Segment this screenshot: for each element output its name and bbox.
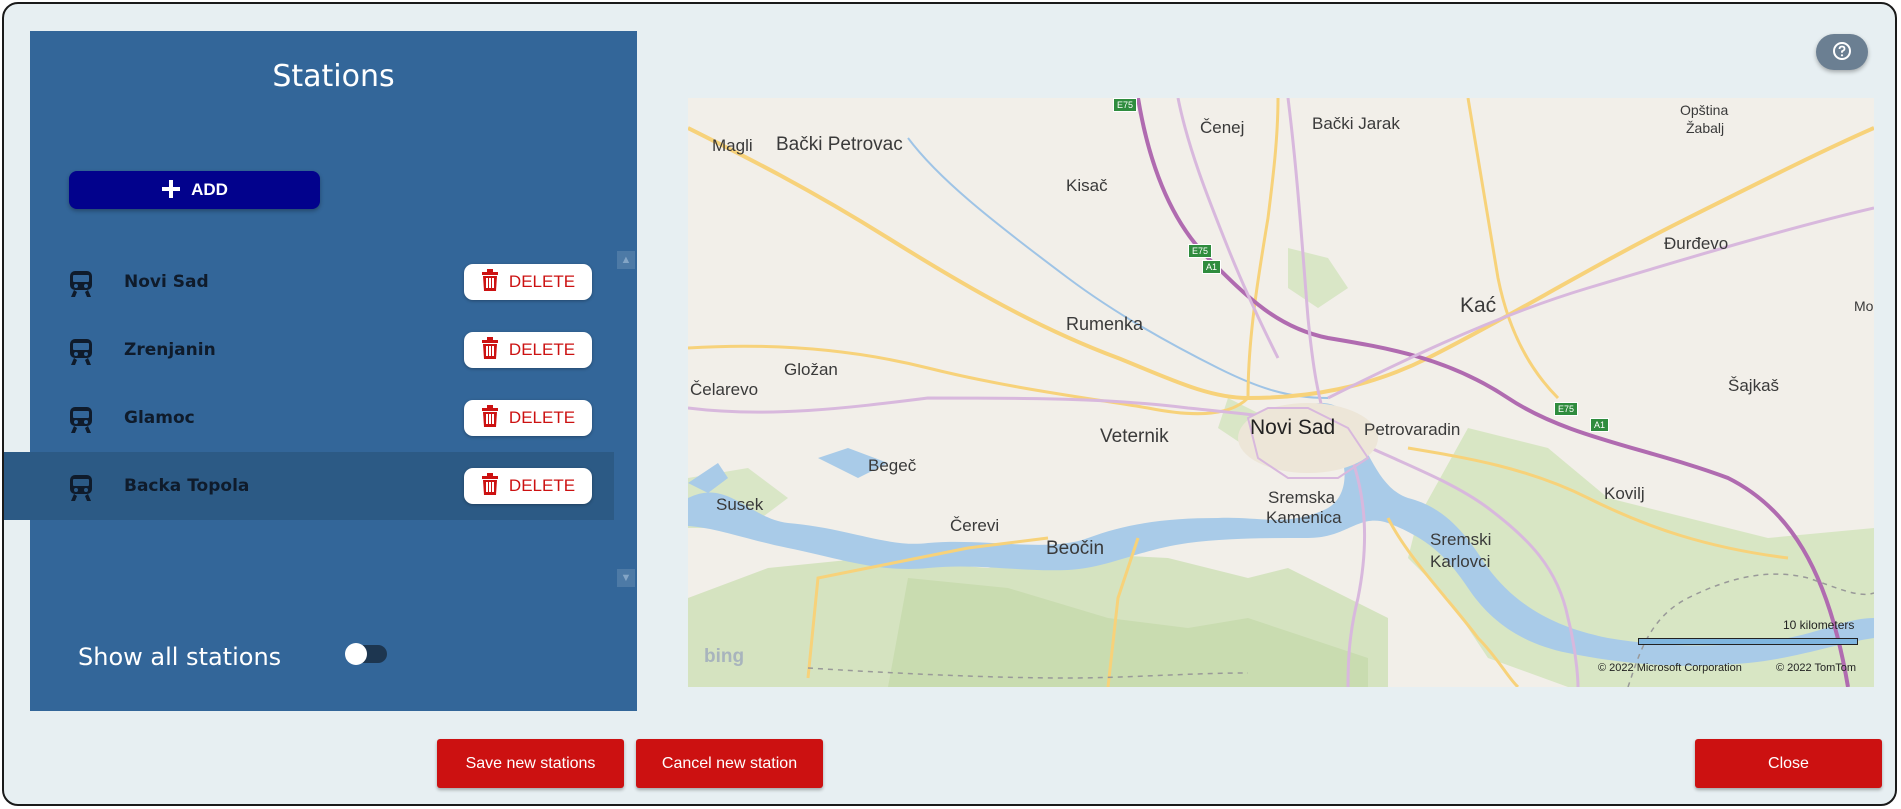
plus-icon: [161, 177, 181, 203]
a1-road-shield: A1: [1202, 260, 1222, 274]
delete-station-button[interactable]: DELETE: [464, 400, 592, 436]
train-icon: [68, 338, 94, 366]
bing-logo-text: bing: [704, 646, 745, 667]
e75-road-shield: E75: [1554, 402, 1579, 416]
station-name: Zrenjanin: [124, 340, 216, 360]
map-label: Sremski: [1430, 530, 1492, 549]
show-all-stations-toggle[interactable]: [345, 643, 387, 665]
map-label: Opština: [1680, 102, 1729, 118]
trash-icon: [481, 472, 499, 500]
map-label: Žabalj: [1686, 120, 1725, 136]
help-button[interactable]: [1816, 34, 1868, 70]
map-label: Rumenka: [1066, 314, 1144, 334]
map-label: Karlovci: [1430, 552, 1491, 571]
scroll-down-arrow[interactable]: ▼: [617, 569, 635, 587]
show-all-stations-label: Show all stations: [78, 643, 282, 671]
question-mark-icon: [1832, 41, 1852, 64]
map-view[interactable]: Magli Bački Petrovac Čenej Bački Jarak O…: [688, 98, 1874, 687]
map-label: Beočin: [1046, 538, 1105, 559]
trash-icon: [481, 404, 499, 432]
map-label: Susek: [716, 495, 764, 514]
cancel-new-station-button[interactable]: Cancel new station: [636, 739, 823, 788]
map-label: Šajkaš: [1728, 376, 1780, 395]
station-row[interactable]: Novi Sad DELETE: [30, 248, 615, 316]
station-name: Novi Sad: [124, 272, 209, 292]
station-name: Backa Topola: [124, 476, 250, 496]
e75-road-shield: E75: [1113, 98, 1138, 112]
station-row[interactable]: Zrenjanin DELETE: [30, 316, 615, 384]
station-row-selected[interactable]: Backa Topola DELETE: [4, 452, 614, 520]
map-label: Čenej: [1200, 118, 1245, 137]
delete-label: DELETE: [508, 340, 576, 359]
map-label: Bački Petrovac: [776, 134, 903, 155]
bing-logo: bing: [704, 646, 744, 668]
map-label: Veternik: [1100, 426, 1169, 447]
map-label: Petrovaradin: [1364, 420, 1461, 439]
map-label: Begeč: [868, 456, 917, 475]
trash-icon: [481, 268, 499, 296]
train-icon: [68, 406, 94, 434]
add-station-button[interactable]: ADD: [69, 171, 320, 209]
delete-label: DELETE: [508, 476, 576, 495]
panel-title: Stations: [272, 59, 395, 94]
station-name: Glamoc: [124, 408, 195, 428]
station-row[interactable]: Glamoc DELETE: [30, 384, 615, 452]
copyright-microsoft: © 2022 Microsoft Corporation: [1598, 662, 1742, 674]
delete-station-button[interactable]: DELETE: [464, 332, 592, 368]
map-label: Čerevi: [950, 516, 1000, 535]
train-icon: [68, 474, 94, 502]
copyright-tomtom: © 2022 TomTom: [1776, 662, 1857, 674]
close-button[interactable]: Close: [1695, 739, 1882, 788]
scroll-up-arrow[interactable]: ▲: [617, 251, 635, 269]
train-icon: [68, 270, 94, 298]
trash-icon: [481, 336, 499, 364]
station-list: Novi Sad DELETE Zrenjanin DELETE Glamoc …: [4, 248, 615, 520]
scale-bar: [1638, 638, 1858, 645]
save-new-stations-button[interactable]: Save new stations: [437, 739, 624, 788]
toggle-knob: [345, 643, 367, 665]
map-canvas: [688, 98, 1874, 687]
add-button-label: ADD: [191, 180, 228, 199]
map-label: Magli: [712, 136, 753, 155]
map-label: Bački Jarak: [1312, 114, 1400, 133]
stations-panel: Stations ADD ▲ Novi Sad DELETE Zrenjanin…: [4, 31, 637, 711]
map-label: Sremska: [1268, 488, 1336, 507]
e75-road-shield: E75: [1188, 244, 1213, 258]
map-label: Kać: [1460, 294, 1497, 317]
delete-station-button[interactable]: DELETE: [464, 468, 592, 504]
map-label: Novi Sad: [1250, 416, 1336, 439]
map-label: Čelarevo: [690, 380, 759, 399]
map-label: Mo: [1854, 298, 1874, 314]
map-label: Kovilj: [1604, 484, 1645, 503]
a1-road-shield: A1: [1590, 418, 1610, 432]
map-label: Kisač: [1066, 176, 1108, 195]
delete-label: DELETE: [508, 408, 576, 427]
stations-dialog: Stations ADD ▲ Novi Sad DELETE Zrenjanin…: [2, 2, 1897, 806]
scale-label: 10 kilometers: [1783, 618, 1855, 632]
map-label: Đurđevo: [1664, 234, 1729, 253]
map-label: Kamenica: [1266, 508, 1342, 527]
delete-station-button[interactable]: DELETE: [464, 264, 592, 300]
map-label: Gložan: [784, 360, 838, 379]
delete-label: DELETE: [508, 272, 576, 291]
